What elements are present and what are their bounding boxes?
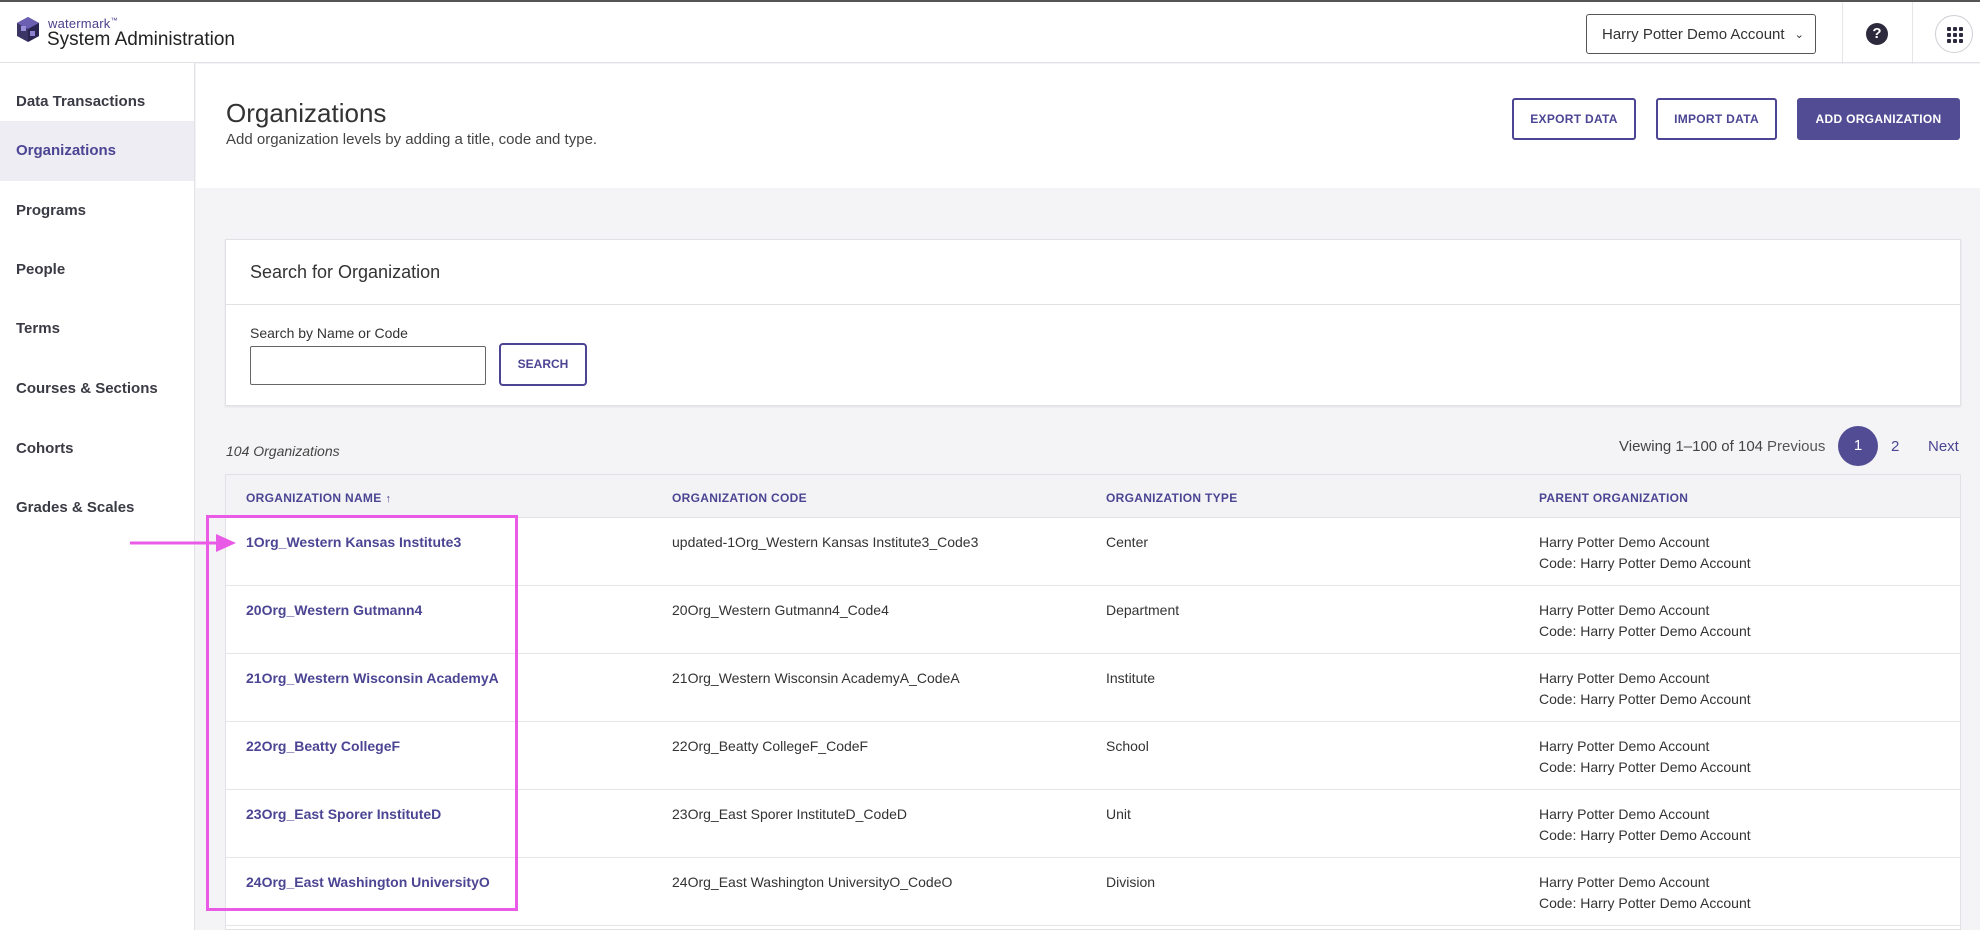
organization-type: School (1106, 738, 1149, 754)
highlight-box (206, 515, 518, 911)
parent-organization: Harry Potter Demo Account Code: Harry Pot… (1539, 806, 1751, 843)
parent-organization: Harry Potter Demo Account Code: Harry Pot… (1539, 738, 1751, 775)
chevron-down-icon: ⌄ (1794, 28, 1804, 41)
account-switcher[interactable]: Harry Potter Demo Account ⌄ (1586, 14, 1816, 54)
header-divider (1842, 2, 1843, 65)
organization-type: Department (1106, 602, 1180, 618)
divider (226, 304, 1960, 305)
sidebar-nav: Data Transactions Organizations Programs… (0, 63, 195, 930)
organization-count: 104 Organizations (226, 443, 340, 459)
pagination-page-2[interactable]: 2 (1891, 438, 1899, 455)
search-label: Search by Name or Code (250, 325, 408, 341)
column-header-name[interactable]: ORGANIZATION NAME ↑ (246, 491, 391, 505)
sort-ascending-icon: ↑ (385, 493, 392, 505)
organization-type: Center (1106, 534, 1149, 550)
column-header-code: ORGANIZATION CODE (672, 491, 807, 505)
import-data-button[interactable]: IMPORT DATA (1656, 98, 1777, 140)
organization-type: Division (1106, 874, 1156, 890)
search-panel-title: Search for Organization (250, 262, 441, 282)
parent-organization: Harry Potter Demo Account Code: Harry Pot… (1539, 670, 1751, 707)
page-title: Organizations (226, 98, 387, 128)
brand-title: System Administration (47, 29, 235, 50)
sidebar-item-grades-scales[interactable]: Grades & Scales (0, 478, 194, 538)
add-organization-button[interactable]: ADD ORGANIZATION (1797, 98, 1960, 140)
export-data-button[interactable]: EXPORT DATA (1512, 98, 1636, 140)
apps-grid-icon (1947, 27, 1963, 43)
sidebar-item-organizations[interactable]: Organizations (0, 121, 194, 181)
sidebar-item-cohorts[interactable]: Cohorts (0, 419, 194, 479)
organization-code: 23Org_East Sporer InstituteD_CodeD (672, 806, 908, 822)
header-divider (1912, 2, 1913, 65)
parent-organization: Harry Potter Demo Account Code: Harry Pot… (1539, 534, 1751, 571)
organization-code: 24Org_East Washington UniversityO_CodeO (672, 874, 953, 890)
sidebar-item-people[interactable]: People (0, 240, 194, 300)
sidebar-item-programs[interactable]: Programs (0, 181, 194, 241)
page-header: Organizations Add organization levels by… (196, 64, 1980, 188)
table-header: ORGANIZATION NAME ↑ ORGANIZATION CODE ORG… (226, 475, 1960, 518)
search-panel: Search for Organization Search by Name o… (225, 239, 1961, 406)
pagination-previous[interactable]: Previous (1767, 438, 1825, 455)
pagination-next[interactable]: Next (1928, 438, 1959, 455)
watermark-logo-icon[interactable] (12, 14, 44, 46)
sidebar-item-terms[interactable]: Terms (0, 299, 194, 359)
organization-type: Institute (1106, 670, 1156, 686)
search-input[interactable] (250, 346, 486, 385)
parent-organization: Harry Potter Demo Account Code: Harry Pot… (1539, 874, 1751, 911)
column-header-parent: PARENT ORGANIZATION (1539, 491, 1689, 505)
column-header-type: ORGANIZATION TYPE (1106, 491, 1238, 505)
parent-organization: Harry Potter Demo Account Code: Harry Pot… (1539, 602, 1751, 639)
help-icon[interactable]: ? (1866, 23, 1888, 45)
pointer-arrow-icon (130, 534, 236, 552)
sidebar-item-courses-sections[interactable]: Courses & Sections (0, 359, 194, 419)
search-button[interactable]: SEARCH (499, 343, 587, 386)
organization-code: 20Org_Western Gutmann4_Code4 (672, 602, 889, 618)
page-subtitle: Add organization levels by adding a titl… (226, 131, 598, 148)
organization-code: 22Org_Beatty CollegeF_CodeF (672, 738, 869, 754)
organization-code: 21Org_Western Wisconsin AcademyA_CodeA (672, 670, 960, 686)
account-name: Harry Potter Demo Account (1602, 25, 1785, 43)
apps-launcher-button[interactable] (1935, 15, 1973, 53)
organization-code: updated-1Org_Western Kansas Institute3_C… (672, 534, 979, 550)
pagination-page-1[interactable]: 1 (1838, 426, 1878, 466)
top-header: watermark™ System Administration Harry P… (0, 0, 1980, 65)
organization-type: Unit (1106, 806, 1131, 822)
viewing-range: Viewing 1–100 of 104 (1619, 438, 1764, 455)
